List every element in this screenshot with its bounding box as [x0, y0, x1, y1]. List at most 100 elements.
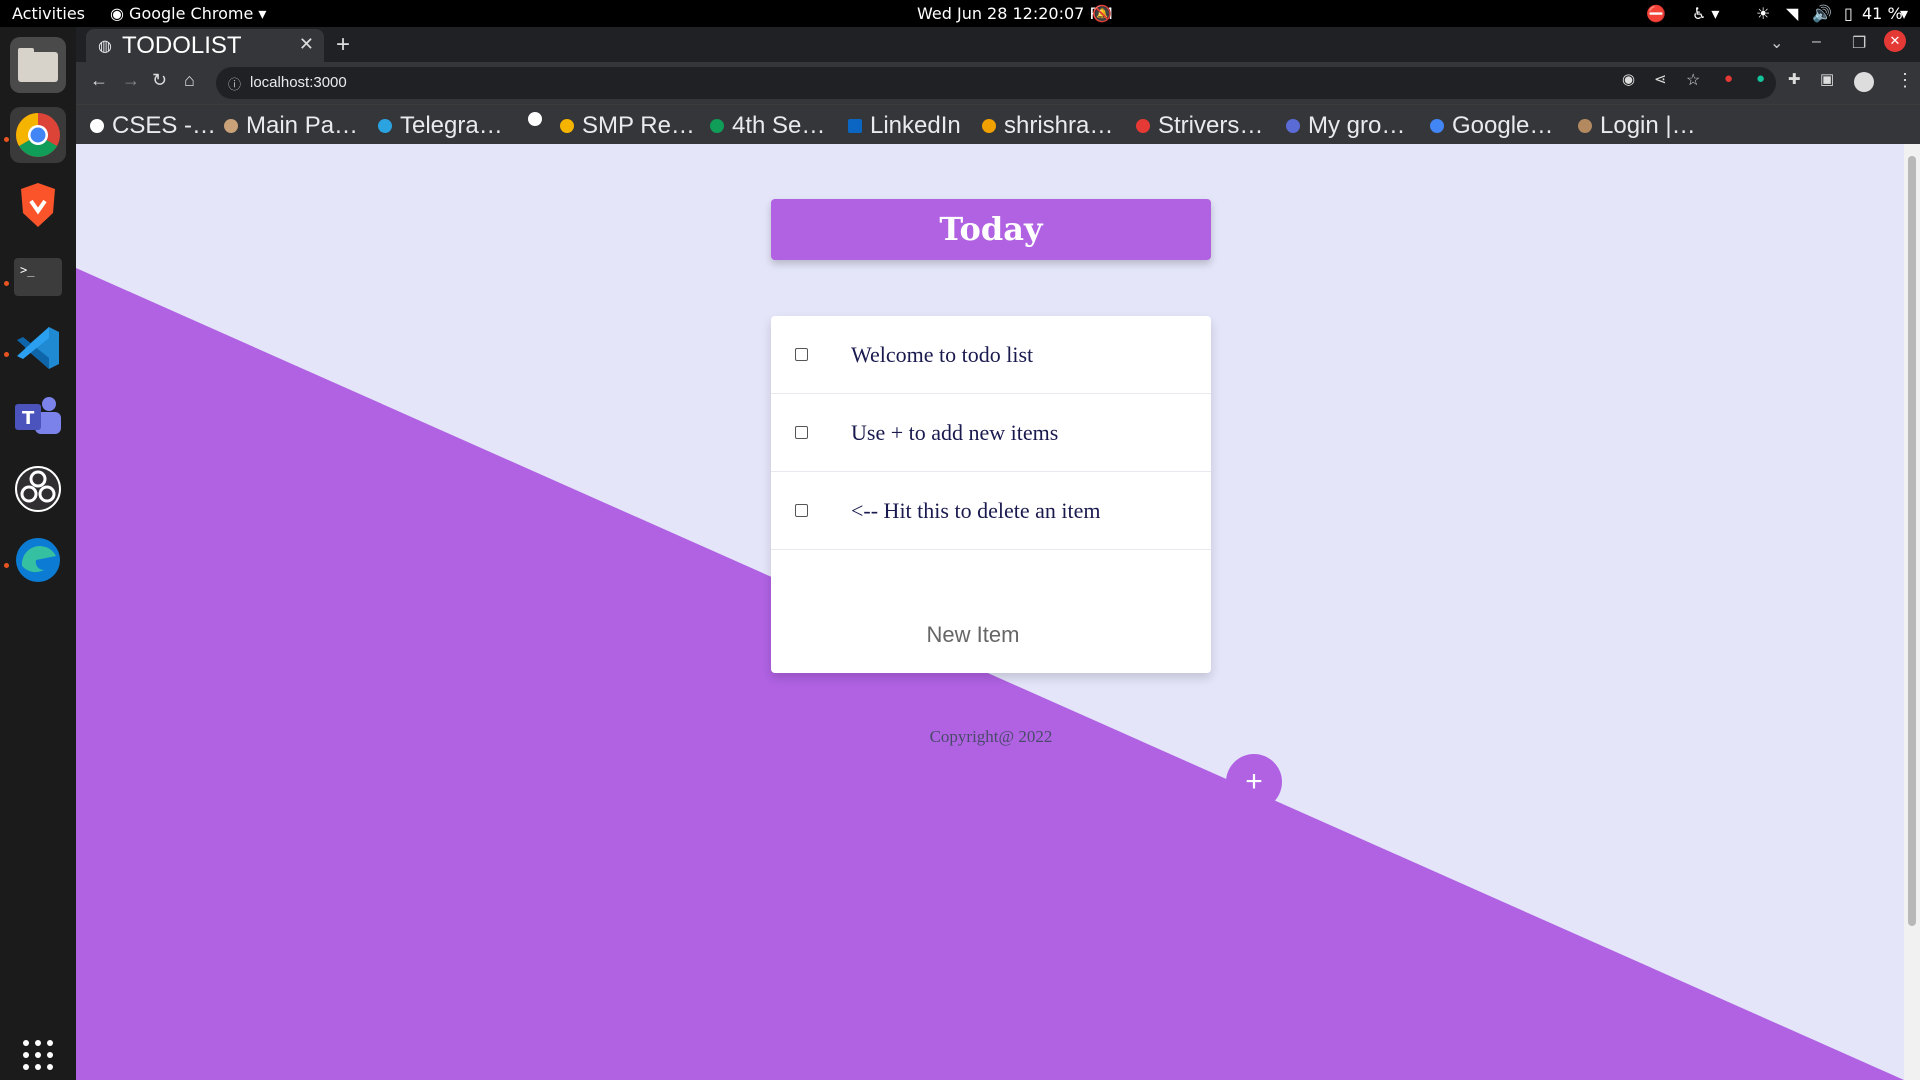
running-indicator — [4, 137, 9, 142]
system-top-bar: Activities ◉ Google Chrome ▾ Wed Jun 28 … — [0, 0, 1920, 27]
bookmark-login[interactable]: Login |… — [1578, 112, 1696, 140]
profile-avatar[interactable] — [1854, 72, 1874, 92]
bookmark-label: Strivers… — [1158, 112, 1264, 139]
browser-frame: ◍ TODOLIST ✕ + ⌄ – ❐ ✕ ← → ↻ ⌂ ⓘ localho… — [76, 27, 1920, 144]
close-window-icon[interactable]: ✕ — [1884, 30, 1906, 52]
bookmark-label: SMP Re… — [582, 112, 695, 139]
grammarly-icon[interactable]: ● — [1756, 70, 1765, 87]
bookmark-smp[interactable]: SMP Re… — [560, 112, 695, 140]
extensions-puzzle-icon[interactable]: ✚ — [1788, 70, 1801, 88]
restore-icon[interactable]: ❐ — [1852, 33, 1866, 53]
address-bar[interactable]: ⓘ localhost:3000 — [216, 67, 1776, 99]
bookmark-main-page[interactable]: Main Pa… — [224, 112, 358, 140]
notifications-off-icon: 🔕 — [1092, 4, 1112, 23]
edge-app-icon[interactable] — [10, 532, 66, 588]
bookmark-my-groups[interactable]: My gro… — [1286, 112, 1405, 140]
battery-percent[interactable]: 41 % — [1862, 4, 1903, 23]
bookmark-label: Google… — [1452, 112, 1554, 139]
app-menu[interactable]: ◉ Google Chrome ▾ — [110, 4, 266, 23]
minimize-icon[interactable]: – — [1812, 33, 1821, 51]
home-icon[interactable]: ⌂ — [184, 70, 195, 91]
item-checkbox[interactable] — [795, 348, 808, 361]
running-indicator — [4, 281, 9, 286]
bookmark-strivers[interactable]: Strivers… — [1136, 112, 1263, 140]
brightness-icon: ☀ — [1756, 4, 1771, 23]
telegram-icon — [378, 119, 392, 133]
app-name: Google Chrome — [129, 4, 254, 23]
show-apps-grid-icon[interactable] — [10, 1027, 66, 1080]
item-checkbox[interactable] — [795, 426, 808, 439]
svg-text:>_: >_ — [20, 263, 35, 277]
page-title: Today — [939, 210, 1043, 248]
item-text: Welcome to todo list — [851, 341, 1034, 367]
linkedin-icon — [848, 119, 862, 133]
tab-title: TODOLIST — [121, 31, 242, 59]
site-info-icon[interactable]: ⓘ — [228, 74, 241, 93]
list-item: Welcome to todo list — [771, 316, 1211, 394]
page-scrollbar[interactable] — [1904, 144, 1920, 1080]
new-item-form — [793, 605, 1188, 671]
files-app-icon[interactable] — [10, 37, 66, 93]
bookmark-label: LinkedIn — [870, 112, 961, 139]
side-panel-icon[interactable]: ▣ — [1820, 70, 1834, 88]
reload-icon[interactable]: ↻ — [152, 70, 167, 91]
eye-icon[interactable]: ◉ — [1622, 70, 1635, 88]
scrollbar-thumb[interactable] — [1908, 156, 1916, 926]
bookmark-google[interactable]: Google… — [1430, 112, 1553, 140]
bookmark-globe[interactable] — [528, 112, 550, 126]
item-text: <-- Hit this to delete an item — [851, 497, 1101, 523]
accessibility-icon[interactable]: ♿ ▾ — [1692, 4, 1719, 23]
volume-icon: 🔊 — [1812, 4, 1832, 23]
browser-tab[interactable]: ◍ TODOLIST ✕ — [86, 29, 324, 62]
share-icon[interactable]: ⋖ — [1654, 70, 1667, 88]
clock[interactable]: Wed Jun 28 12:20:07 PM — [917, 4, 1113, 23]
bookmark-label: CSES -… — [112, 112, 217, 139]
close-tab-icon[interactable]: ✕ — [299, 34, 314, 55]
battery-icon: ▯ — [1844, 4, 1853, 23]
brave-app-icon[interactable] — [10, 177, 66, 233]
site-favicon-icon — [224, 119, 238, 133]
extension-red-icon[interactable]: ● — [1724, 70, 1733, 87]
obs-app-icon[interactable] — [10, 461, 66, 517]
bookmark-label: Main Pa… — [246, 112, 359, 139]
bookmark-telegram[interactable]: Telegra… — [378, 112, 503, 140]
item-checkbox[interactable] — [795, 504, 808, 517]
bookmark-cses[interactable]: CSES -… — [90, 112, 216, 140]
forward-icon[interactable]: → — [122, 70, 140, 91]
do-not-disturb-icon[interactable]: ⛔ — [1646, 4, 1666, 23]
bookmark-label: Login |… — [1600, 112, 1696, 139]
new-item-input[interactable] — [793, 613, 1153, 657]
system-menu-chevron-icon[interactable]: ▾ — [1900, 4, 1908, 23]
site-favicon-icon — [1136, 119, 1150, 133]
terminal-app-icon[interactable]: >_ — [10, 249, 66, 305]
bookmark-star-icon[interactable]: ☆ — [1686, 70, 1700, 90]
bookmark-label: 4th Se… — [732, 112, 826, 139]
teams-app-icon[interactable]: T — [10, 390, 66, 446]
site-favicon-icon — [1578, 119, 1592, 133]
bookmark-4th-sem[interactable]: 4th Se… — [710, 112, 825, 140]
chrome-menu-icon[interactable]: ⋮ — [1896, 70, 1914, 91]
heading-box: Today — [771, 199, 1211, 260]
url-text: localhost:3000 — [250, 74, 347, 91]
vscode-app-icon[interactable] — [10, 320, 66, 376]
bookmarks-bar: CSES -… Main Pa… Telegra… SMP Re… 4th Se… — [76, 104, 1920, 144]
bookmark-shrishra[interactable]: shrishra… — [982, 112, 1113, 140]
bookmark-label: My gro… — [1308, 112, 1406, 139]
globe-icon — [90, 119, 104, 133]
todo-page: Today Welcome to todo list Use + to add … — [76, 144, 1904, 1080]
list-item: Use + to add new items — [771, 394, 1211, 472]
new-tab-icon[interactable]: + — [336, 31, 350, 59]
todo-list: Welcome to todo list Use + to add new it… — [771, 316, 1211, 673]
dock: >_ T — [0, 27, 76, 1080]
globe-icon — [528, 112, 542, 126]
wifi-icon: ◥ — [1786, 4, 1799, 23]
tab-search-chevron-icon[interactable]: ⌄ — [1770, 33, 1783, 53]
drive-icon — [710, 119, 724, 133]
list-item: <-- Hit this to delete an item — [771, 472, 1211, 550]
bookmark-linkedin[interactable]: LinkedIn — [848, 112, 961, 140]
back-icon[interactable]: ← — [90, 70, 108, 91]
add-item-button[interactable]: + — [1226, 754, 1282, 810]
chrome-app-icon[interactable] — [10, 107, 66, 163]
bookmark-label: Telegra… — [400, 112, 503, 139]
activities-button[interactable]: Activities — [12, 4, 85, 23]
